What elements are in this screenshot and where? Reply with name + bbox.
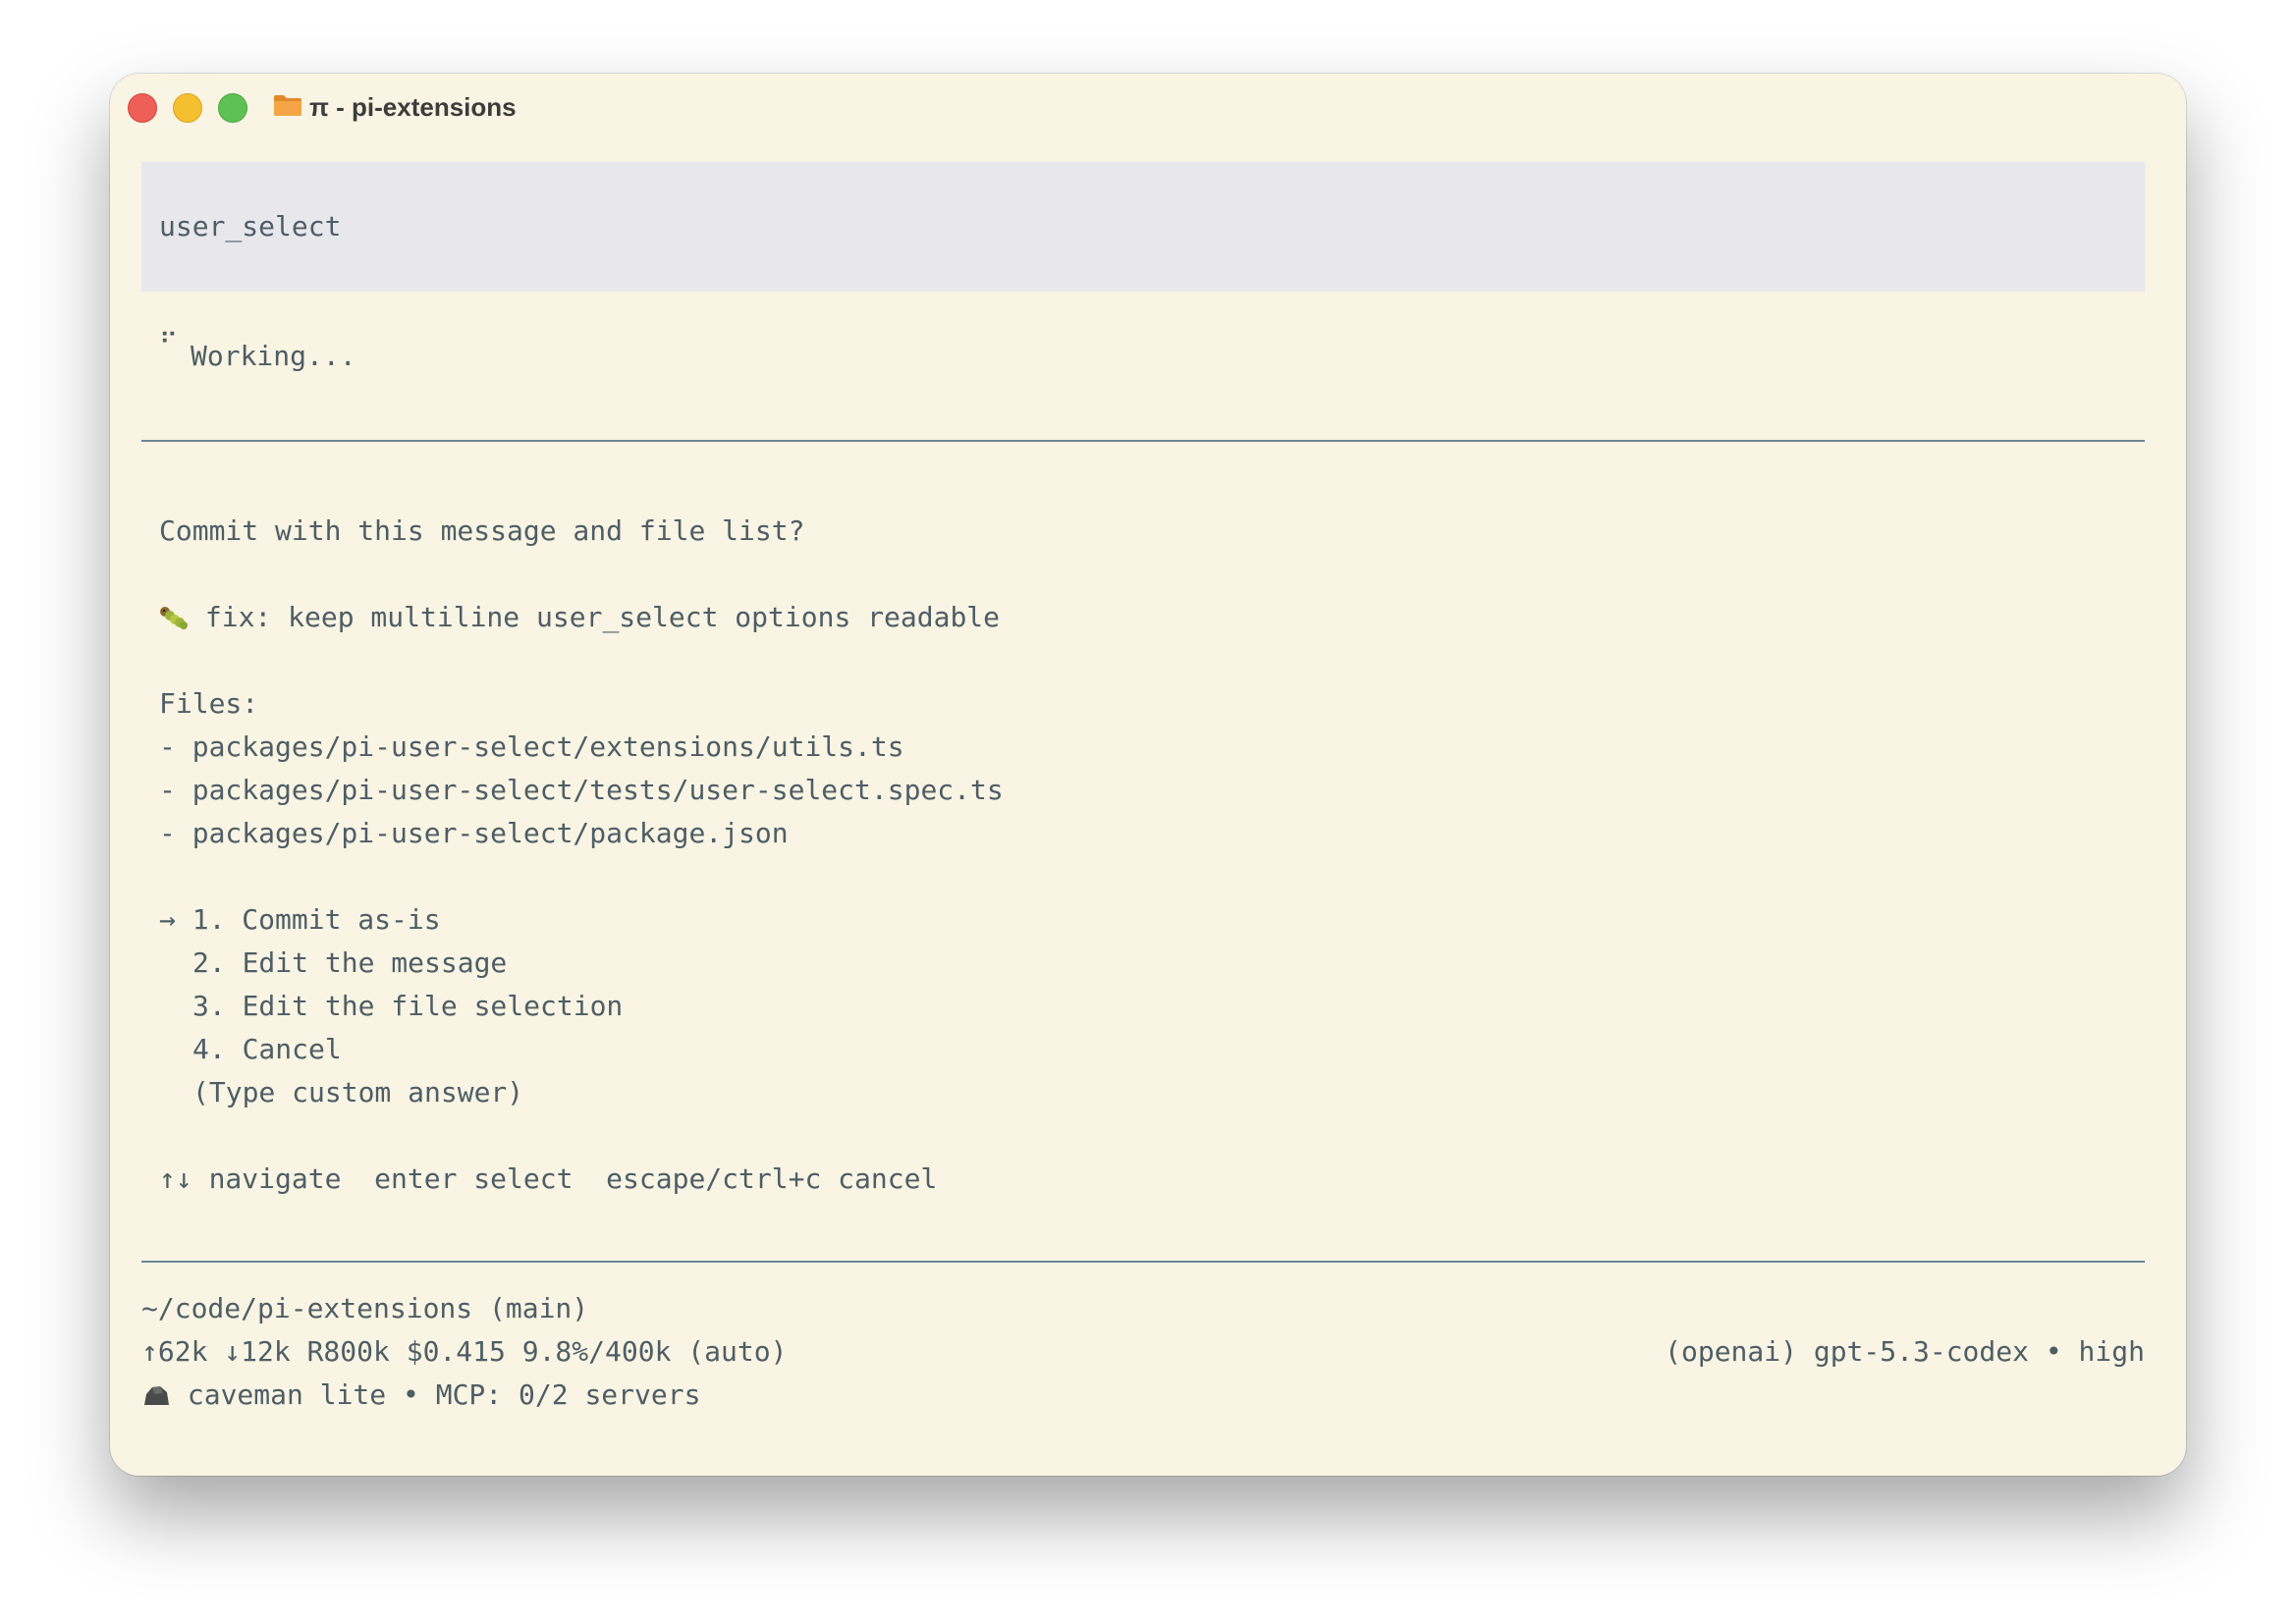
selection-arrow-icon: → [159,903,176,936]
option-label: 1. Commit as-is [191,903,441,936]
title-bar: π - pi-extensions [110,74,2186,142]
files-label: Files: [159,687,259,720]
cwd-status: ~/code/pi-extensions (main) [141,1292,589,1324]
tool-call-block: user_select [141,162,2145,292]
caterpillar-icon [160,607,188,629]
option-edit-file-selection[interactable]: 3. Edit the file selection [192,985,623,1028]
working-status: Working... [191,340,356,372]
folder-icon [274,95,301,116]
divider-bottom [141,1261,2145,1263]
option-edit-message[interactable]: 2. Edit the message [192,942,507,985]
rock-icon [144,1386,169,1405]
usage-status: ↑62k ↓12k R800k $0.415 9.8%/400k (auto) [141,1335,788,1368]
option-cancel[interactable]: 4. Cancel [192,1028,342,1071]
minimize-window-button[interactable] [173,93,202,123]
extras-status: caveman lite • MCP: 0/2 servers [187,1378,701,1411]
file-item: - packages/pi-user-select/package.json [159,817,789,849]
file-item: - packages/pi-user-select/extensions/uti… [159,730,904,763]
divider-top [141,440,2145,442]
option-commit-as-is[interactable]: → 1. Commit as-is [159,898,441,942]
close-window-button[interactable] [128,93,157,123]
model-status: (openai) gpt-5.3-codex • high [1665,1335,2145,1368]
window-title: π - pi-extensions [309,92,517,122]
commit-message: fix: keep multiline user_select options … [204,601,1001,633]
tool-name: user_select [159,210,342,243]
zoom-window-button[interactable] [218,93,247,123]
spinner-icon: ⠋ [159,329,179,358]
file-item: - packages/pi-user-select/tests/user-sel… [159,774,1004,806]
terminal-window: π - pi-extensions user_select ⠋ Working.… [110,74,2186,1476]
prompt-question: Commit with this message and file list? [159,514,805,547]
commit-message-line: fix: keep multiline user_select options … [159,596,1000,639]
keyboard-hints: ↑↓ navigate enter select escape/ctrl+c c… [159,1162,938,1195]
extras-status-line: caveman lite • MCP: 0/2 servers [141,1374,700,1417]
option-custom-answer[interactable]: (Type custom answer) [192,1071,523,1114]
